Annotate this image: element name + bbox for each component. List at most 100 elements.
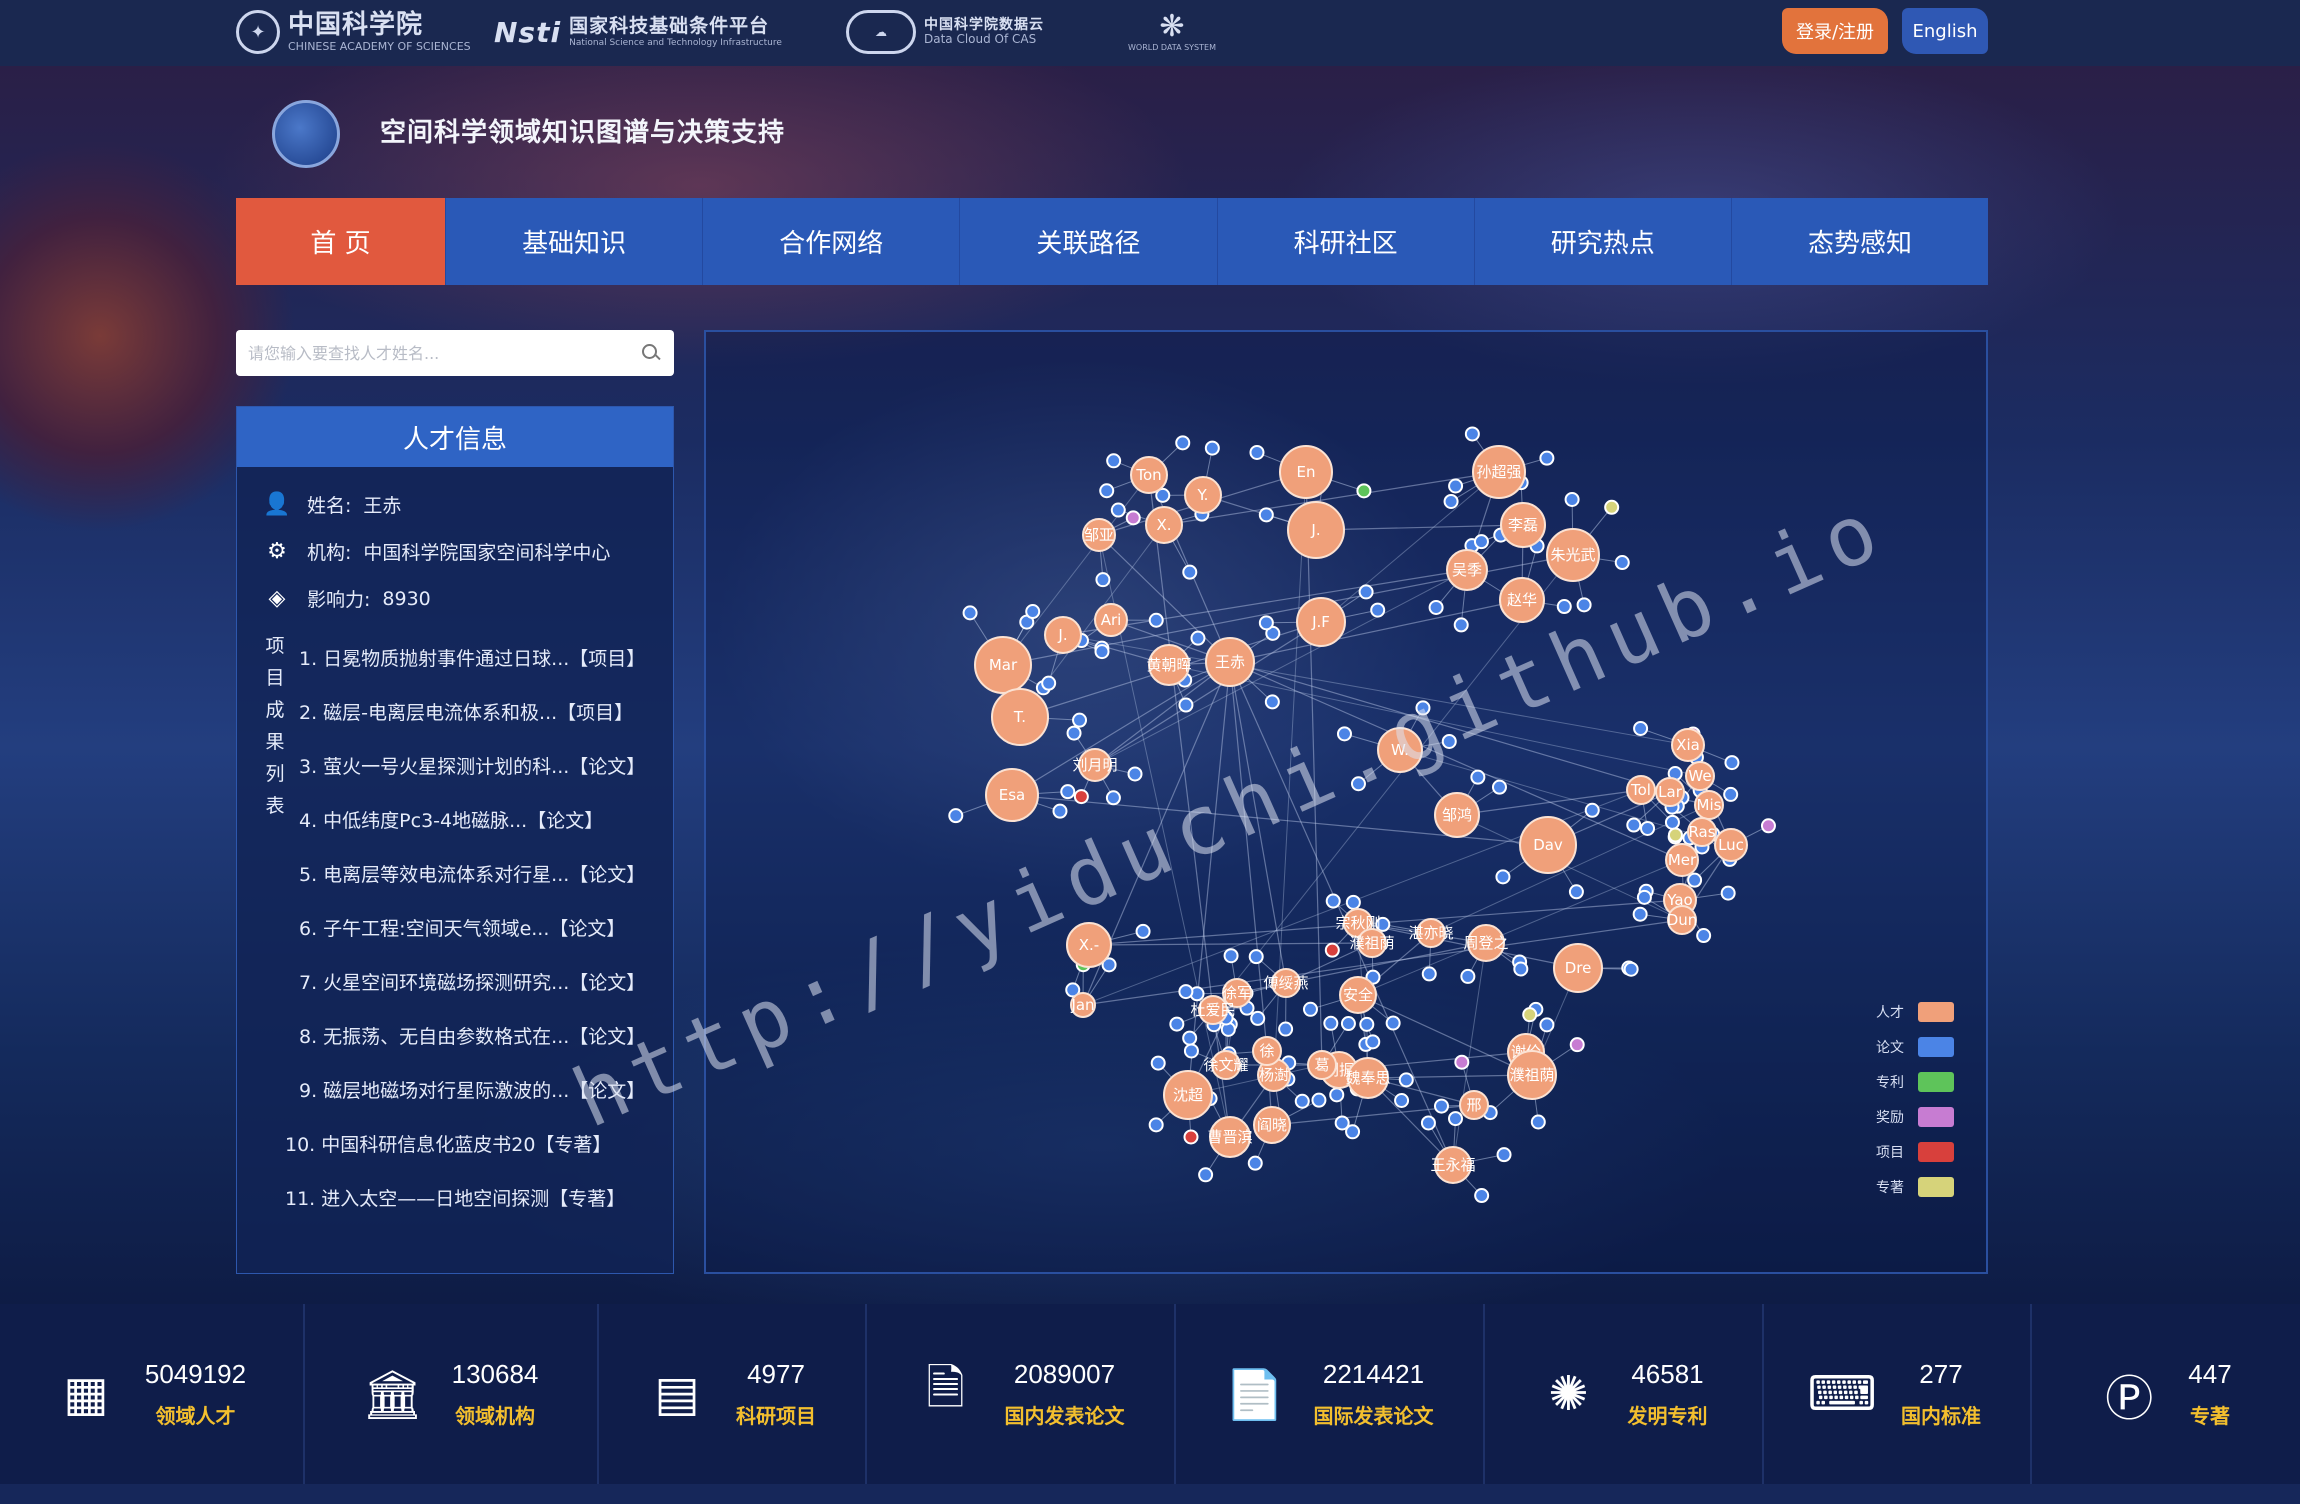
graph-item-node[interactable] — [1530, 1114, 1546, 1130]
graph-talent-label[interactable]: 邢 — [1466, 1096, 1481, 1114]
graph-item-node[interactable] — [1626, 817, 1642, 833]
graph-talent-label[interactable]: 王赤 — [1215, 653, 1245, 671]
graph-item-node[interactable] — [1448, 478, 1464, 494]
graph-talent-node[interactable]: 邢 — [1459, 1090, 1489, 1120]
graph-talent-node[interactable]: Esa — [985, 768, 1039, 822]
graph-talent-label[interactable]: 王永福 — [1430, 1156, 1475, 1174]
legend-item-monograph[interactable]: 专著 — [1876, 1169, 1954, 1204]
graph-talent-label[interactable]: Lar — [1658, 783, 1683, 801]
graph-item-node[interactable] — [1182, 1030, 1198, 1046]
graph-talent-label[interactable]: Dun — [1667, 911, 1698, 929]
graph-item-node[interactable] — [1183, 1043, 1199, 1059]
graph-item-node[interactable] — [1385, 1015, 1401, 1031]
graph-item-node[interactable] — [1474, 1188, 1490, 1204]
graph-item-node[interactable] — [1687, 872, 1703, 888]
nav-home[interactable]: 首 页 — [236, 198, 446, 285]
graph-item-node[interactable] — [1073, 789, 1089, 805]
graph-item-node[interactable] — [1491, 779, 1507, 795]
stat-international-paper[interactable]: 📄 2214421 国际发表论文 — [1176, 1304, 1485, 1484]
graph-talent-label[interactable]: 湛亦晓 — [1408, 924, 1453, 942]
graph-item-node[interactable] — [1204, 440, 1220, 456]
graph-talent-node[interactable]: J.F — [1296, 597, 1346, 647]
graph-talent-node[interactable]: 阎晓 — [1253, 1106, 1291, 1144]
graph-item-node[interactable] — [1623, 961, 1639, 977]
graph-item-node[interactable] — [1110, 502, 1126, 518]
graph-item-node[interactable] — [1041, 675, 1057, 691]
graph-item-node[interactable] — [1094, 644, 1110, 660]
graph-talent-node[interactable]: Mar — [974, 636, 1032, 694]
graph-talent-label[interactable]: Mis — [1697, 796, 1722, 814]
graph-talent-node[interactable]: 沈超 — [1163, 1070, 1213, 1120]
nav-research-community[interactable]: 科研社区 — [1218, 198, 1475, 285]
graph-talent-label[interactable]: J. — [1057, 626, 1067, 644]
graph-talent-label[interactable]: Ras — [1688, 823, 1715, 841]
result-item[interactable]: 4. 中低纬度Pc3-4地磁脉...【论文】 — [299, 792, 673, 846]
graph-talent-label[interactable]: 傅绥燕 — [1263, 974, 1308, 992]
graph-item-node[interactable] — [1495, 869, 1511, 885]
graph-talent-label[interactable]: 邹鸿 — [1442, 806, 1472, 824]
graph-talent-label[interactable]: 杜爱民 — [1190, 1001, 1235, 1019]
graph-talent-node[interactable]: 葛 — [1307, 1050, 1337, 1080]
graph-item-node[interactable] — [1394, 1092, 1410, 1108]
graph-talent-label[interactable]: 李磊 — [1508, 516, 1538, 534]
english-language-button[interactable]: English — [1902, 8, 1988, 54]
graph-talent-node[interactable]: We — [1685, 761, 1715, 791]
graph-item-node[interactable] — [1370, 602, 1386, 618]
graph-item-node[interactable] — [1106, 453, 1122, 469]
graph-talent-node[interactable]: 邹鸿 — [1434, 792, 1480, 838]
graph-talent-label[interactable]: J. — [1310, 521, 1320, 539]
legend-item-award[interactable]: 奖励 — [1876, 1099, 1954, 1134]
graph-talent-node[interactable]: 朱光武 — [1546, 528, 1600, 582]
graph-talent-node[interactable]: 曹晋滨 — [1207, 1116, 1253, 1158]
graph-talent-node[interactable]: J. — [1044, 616, 1082, 654]
graph-talent-label[interactable]: 沈超 — [1173, 1086, 1203, 1104]
legend-item-project[interactable]: 项目 — [1876, 1134, 1954, 1169]
world-data-system-logo[interactable]: ❋ WORLD DATA SYSTEM — [1128, 6, 1216, 58]
result-item[interactable]: 3. 萤火一号火星探测计划的科...【论文】 — [299, 738, 673, 792]
graph-talent-node[interactable]: 王赤 — [1205, 637, 1255, 687]
graph-item-node[interactable] — [1723, 786, 1739, 802]
graph-item-node[interactable] — [1278, 1021, 1294, 1037]
graph-item-node[interactable] — [1329, 1087, 1345, 1103]
graph-talent-label[interactable]: Dre — [1565, 959, 1592, 977]
graph-talent-label[interactable]: 徐军 — [1222, 984, 1252, 1002]
graph-item-node[interactable] — [948, 808, 964, 824]
graph-talent-node[interactable]: 安全 — [1339, 976, 1377, 1014]
graph-item-node[interactable] — [1258, 615, 1274, 631]
stat-monograph[interactable]: Ⓟ 447 专著 — [2032, 1304, 2300, 1484]
graph-item-node[interactable] — [1248, 949, 1264, 965]
graph-talent-label[interactable]: 朱光武 — [1550, 546, 1595, 564]
graph-talent-node[interactable]: 濮祖荫 — [1507, 1050, 1557, 1100]
graph-item-node[interactable] — [1302, 1001, 1318, 1017]
graph-item-node[interactable] — [1470, 769, 1486, 785]
graph-talent-node[interactable]: T. — [991, 688, 1049, 746]
graph-item-node[interactable] — [1250, 1010, 1266, 1026]
graph-talent-node[interactable]: Dun — [1667, 905, 1698, 935]
graph-item-node[interactable] — [1584, 802, 1600, 818]
graph-talent-node[interactable]: 周登之 — [1463, 924, 1509, 962]
graph-item-node[interactable] — [1539, 1017, 1555, 1033]
graph-item-node[interactable] — [1325, 893, 1341, 909]
graph-talent-label[interactable]: 安全 — [1343, 986, 1373, 1004]
graph-item-node[interactable] — [1640, 820, 1656, 836]
graph-talent-node[interactable]: X. — [1145, 506, 1183, 544]
graph-item-node[interactable] — [1178, 697, 1194, 713]
graph-talent-node[interactable]: 濮祖荫 — [1349, 928, 1395, 958]
graph-item-node[interactable] — [1247, 1155, 1263, 1171]
graph-item-node[interactable] — [1358, 584, 1374, 600]
graph-item-node[interactable] — [1025, 604, 1041, 620]
graph-item-node[interactable] — [1633, 720, 1649, 736]
graph-talent-label[interactable]: Tol — [1630, 781, 1651, 799]
graph-item-node[interactable] — [1264, 694, 1280, 710]
graph-item-node[interactable] — [1667, 827, 1683, 843]
graph-talent-node[interactable]: 李磊 — [1500, 502, 1546, 548]
graph-item-node[interactable] — [1496, 1147, 1512, 1163]
graph-item-node[interactable] — [1356, 483, 1372, 499]
result-item[interactable]: 7. 火星空间环境磁场探测研究...【论文】 — [299, 954, 673, 1008]
graph-item-node[interactable] — [1636, 889, 1652, 905]
graph-item-node[interactable] — [1148, 1117, 1164, 1133]
result-item[interactable]: 2. 磁层-电离层电流体系和极...【项目】 — [299, 684, 673, 738]
graph-item-node[interactable] — [1460, 968, 1476, 984]
result-item[interactable]: 1. 日冕物质抛射事件通过日球...【项目】 — [299, 630, 673, 684]
nav-basic-knowledge[interactable]: 基础知识 — [446, 198, 704, 285]
